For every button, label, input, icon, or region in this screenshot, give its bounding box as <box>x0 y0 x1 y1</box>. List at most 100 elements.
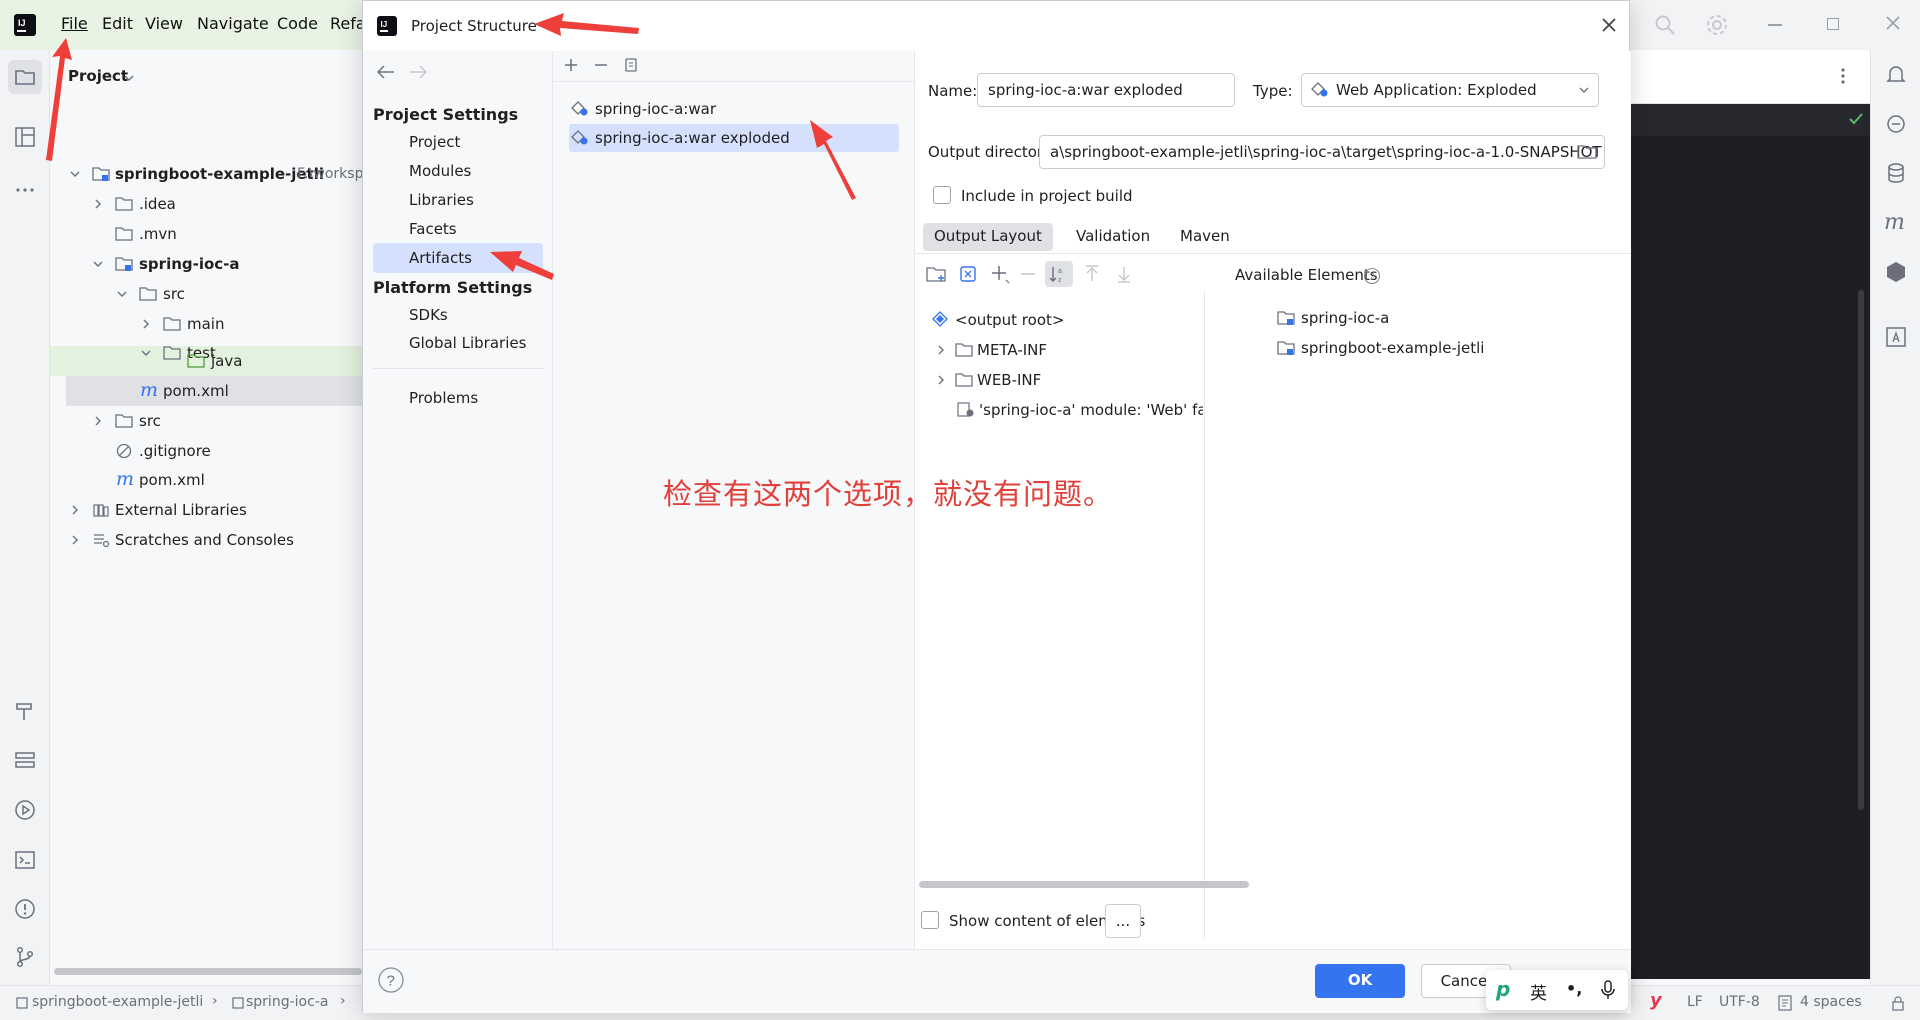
plugin-icon[interactable] <box>1884 260 1908 284</box>
database-icon[interactable] <box>1884 161 1908 185</box>
tree-item-main[interactable]: main <box>50 309 362 339</box>
nav-modules[interactable]: Modules <box>409 162 471 180</box>
add-icon[interactable] <box>563 57 579 73</box>
remove-icon[interactable] <box>593 57 609 73</box>
chevron-down-icon[interactable] <box>92 258 104 270</box>
nav-global-libraries[interactable]: Global Libraries <box>409 334 526 352</box>
ime-logo-icon[interactable]: p <box>1496 977 1510 1001</box>
tree-item-pomxml[interactable]: m pom.xml <box>50 376 362 406</box>
create-archive-icon[interactable] <box>957 263 979 285</box>
nav-artifacts[interactable]: Artifacts <box>409 249 472 267</box>
more-button[interactable]: ... <box>1105 904 1141 938</box>
ime-language[interactable]: 英 <box>1530 979 1547 1004</box>
run-icon[interactable] <box>13 798 37 822</box>
layout-item-facet-resource[interactable]: 'spring-ioc-a' module: 'Web' facet resou… <box>931 397 1203 423</box>
menu-edit[interactable]: Edit <box>102 14 133 33</box>
intellij-logo-icon[interactable]: IJ <box>14 14 36 36</box>
ai-assistant-icon[interactable] <box>1884 112 1908 136</box>
line-separator-indicator[interactable]: LF <box>1687 994 1703 1010</box>
tree-item-java[interactable]: java <box>50 346 362 376</box>
git-icon[interactable] <box>13 945 37 969</box>
chevron-right-icon[interactable] <box>935 374 947 386</box>
close-icon[interactable] <box>1601 17 1617 33</box>
help-icon[interactable]: ? <box>377 966 405 994</box>
copy-icon[interactable] <box>623 57 639 73</box>
create-directory-icon[interactable] <box>925 263 947 285</box>
search-icon[interactable] <box>1654 14 1676 36</box>
chevron-right-icon[interactable] <box>92 198 104 210</box>
terminal-icon[interactable] <box>13 848 37 872</box>
tree-item-mvn[interactable]: .mvn <box>50 219 362 249</box>
add-copy-icon[interactable] <box>989 263 1011 285</box>
nav-project[interactable]: Project <box>409 133 460 151</box>
chevron-down-icon[interactable] <box>69 168 81 180</box>
chevron-right-icon[interactable] <box>140 318 152 330</box>
editor-scrollbar[interactable] <box>1858 290 1864 810</box>
browse-folder-icon[interactable] <box>1577 144 1597 160</box>
sort-toggle[interactable]: az <box>1045 261 1073 287</box>
microphone-icon[interactable] <box>1600 980 1616 1000</box>
indent-indicator[interactable]: 4 spaces <box>1800 994 1862 1010</box>
tree-item-src-root[interactable]: src <box>50 406 362 436</box>
breadcrumb-project[interactable]: springboot-example-jetli <box>32 994 203 1010</box>
nav-problems[interactable]: Problems <box>409 389 478 407</box>
menu-navigate[interactable]: Navigate <box>197 14 269 33</box>
minimize-icon[interactable] <box>1768 24 1782 26</box>
forward-arrow-icon[interactable] <box>409 65 427 79</box>
breadcrumb-module[interactable]: spring-ioc-a <box>246 994 328 1010</box>
tree-item-src[interactable]: src <box>50 279 362 309</box>
tree-item-spring-ioc-a[interactable]: spring-ioc-a <box>50 249 362 279</box>
youdao-icon[interactable]: y <box>1650 990 1662 1011</box>
code-editor[interactable] <box>1630 104 1870 979</box>
more-options-icon[interactable] <box>1840 66 1846 86</box>
move-down-icon[interactable] <box>1113 263 1135 285</box>
build-icon[interactable] <box>13 700 37 724</box>
ok-button[interactable]: OK <box>1315 964 1405 998</box>
chevron-down-icon[interactable] <box>1579 86 1589 94</box>
tab-validation[interactable]: Validation <box>1065 223 1161 251</box>
notifications-icon[interactable] <box>1884 62 1908 86</box>
artifact-item[interactable]: spring-ioc-a:war <box>569 95 899 123</box>
name-input[interactable]: spring-ioc-a:war exploded <box>977 73 1235 107</box>
problems-icon[interactable] <box>13 897 37 921</box>
menu-view[interactable]: View <box>145 14 183 33</box>
help-icon[interactable]: ? <box>1363 267 1381 285</box>
maximize-icon[interactable] <box>1827 18 1839 30</box>
remove-element-icon[interactable] <box>1017 263 1039 285</box>
structure-icon[interactable] <box>13 125 37 149</box>
chevron-down-icon[interactable] <box>124 74 134 82</box>
menu-refactor[interactable]: Refa <box>330 14 366 33</box>
include-in-build-checkbox[interactable] <box>933 186 951 204</box>
chevron-right-icon[interactable] <box>935 344 947 356</box>
move-up-icon[interactable] <box>1081 263 1103 285</box>
tree-item-root[interactable]: springboot-example-jetli F:\worksp <box>50 159 363 189</box>
tree-item-scratches[interactable]: Scratches and Consoles <box>50 525 362 555</box>
chevron-right-icon[interactable] <box>69 534 81 546</box>
artifact-item-selected[interactable]: spring-ioc-a:war exploded <box>569 124 899 152</box>
project-tool-button[interactable] <box>8 60 42 94</box>
horizontal-scrollbar[interactable] <box>54 968 362 975</box>
back-arrow-icon[interactable] <box>377 65 395 79</box>
menu-code[interactable]: Code <box>277 14 318 33</box>
chevron-down-icon[interactable] <box>116 288 128 300</box>
chevron-right-icon[interactable] <box>69 504 81 516</box>
lock-icon[interactable] <box>1890 995 1906 1011</box>
nav-facets[interactable]: Facets <box>409 220 457 238</box>
nav-sdks[interactable]: SDKs <box>409 306 448 324</box>
window-close-icon[interactable] <box>1884 14 1902 32</box>
tree-item-root-pomxml[interactable]: m pom.xml <box>50 465 362 495</box>
type-select[interactable]: Web Application: Exploded <box>1301 73 1599 107</box>
layout-horizontal-scrollbar[interactable] <box>919 881 1249 888</box>
project-panel-title[interactable]: Project <box>68 67 128 85</box>
more-tools-icon[interactable] <box>13 178 37 202</box>
tab-output-layout[interactable]: Output Layout <box>923 223 1053 251</box>
maven-tool-icon[interactable]: m <box>1884 210 1905 235</box>
chevron-right-icon[interactable] <box>92 415 104 427</box>
gear-icon[interactable] <box>1705 13 1729 37</box>
tree-item-idea[interactable]: .idea <box>50 189 362 219</box>
services-icon[interactable] <box>13 748 37 772</box>
encoding-indicator[interactable]: UTF-8 <box>1719 994 1760 1010</box>
output-directory-input[interactable]: a\springboot-example-jetli\spring-ioc-a\… <box>1039 135 1605 169</box>
ime-punctuation[interactable]: •, <box>1566 979 1582 998</box>
menu-file[interactable]: File <box>61 14 88 33</box>
